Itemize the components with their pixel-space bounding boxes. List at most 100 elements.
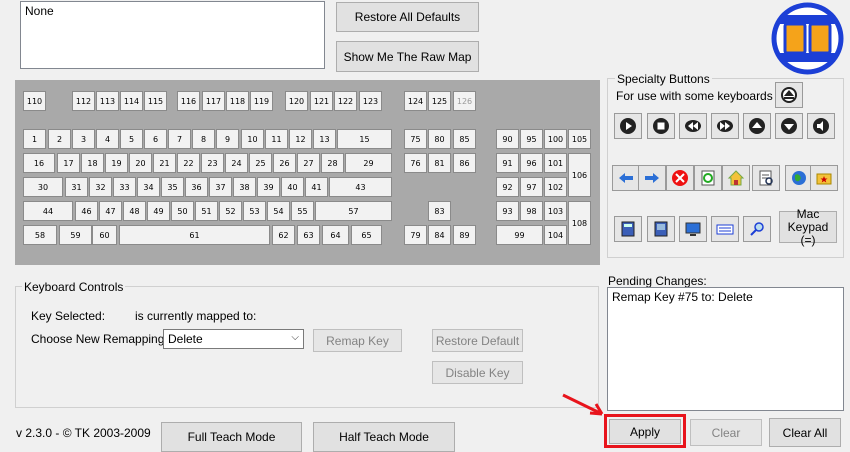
key-100[interactable]: 100 (544, 129, 567, 149)
key-49[interactable]: 49 (147, 201, 170, 221)
key-64[interactable]: 64 (322, 225, 349, 245)
key-9[interactable]: 9 (216, 129, 239, 149)
key-108[interactable]: 108 (568, 201, 591, 245)
key-13[interactable]: 13 (313, 129, 336, 149)
key-117[interactable]: 117 (202, 91, 225, 111)
key-23[interactable]: 23 (201, 153, 224, 173)
key-106[interactable]: 106 (568, 153, 591, 197)
half-teach-mode-button[interactable]: Half Teach Mode (313, 422, 455, 452)
show-raw-map-button[interactable]: Show Me The Raw Map (336, 41, 479, 72)
key-52[interactable]: 52 (219, 201, 242, 221)
key-83[interactable]: 83 (428, 201, 451, 221)
key-110[interactable]: 110 (23, 91, 46, 111)
eject-button[interactable] (775, 82, 803, 108)
selected-key-list[interactable]: None (20, 1, 325, 69)
key-20[interactable]: 20 (129, 153, 152, 173)
volume-down-button[interactable] (775, 113, 803, 139)
key-35[interactable]: 35 (161, 177, 184, 197)
key-65[interactable]: 65 (351, 225, 382, 245)
key-54[interactable]: 54 (267, 201, 290, 221)
key-63[interactable]: 63 (297, 225, 320, 245)
key-1[interactable]: 1 (23, 129, 46, 149)
rewind-button[interactable] (679, 113, 707, 139)
key-91[interactable]: 91 (496, 153, 519, 173)
search-page-button[interactable] (752, 165, 780, 191)
key-119[interactable]: 119 (250, 91, 273, 111)
key-90[interactable]: 90 (496, 129, 519, 149)
key-53[interactable]: 53 (243, 201, 266, 221)
key-89[interactable]: 89 (453, 225, 476, 245)
key-46[interactable]: 46 (75, 201, 98, 221)
key-123[interactable]: 123 (359, 91, 382, 111)
key-25[interactable]: 25 (249, 153, 272, 173)
home-button[interactable] (722, 165, 750, 191)
key-95[interactable]: 95 (520, 129, 543, 149)
keyboard-button[interactable] (711, 216, 739, 242)
key-92[interactable]: 92 (496, 177, 519, 197)
key-86[interactable]: 86 (453, 153, 476, 173)
pending-changes-list[interactable]: Remap Key #75 to: Delete (607, 287, 844, 411)
key-122[interactable]: 122 (334, 91, 357, 111)
restore-default-button[interactable]: Restore Default (432, 329, 523, 352)
key-118[interactable]: 118 (226, 91, 249, 111)
key-62[interactable]: 62 (272, 225, 295, 245)
key-96[interactable]: 96 (520, 153, 543, 173)
key-114[interactable]: 114 (120, 91, 143, 111)
key-51[interactable]: 51 (195, 201, 218, 221)
key-5[interactable]: 5 (120, 129, 143, 149)
key-58[interactable]: 58 (23, 225, 57, 245)
key-48[interactable]: 48 (123, 201, 146, 221)
disable-key-button[interactable]: Disable Key (432, 361, 523, 384)
key-16[interactable]: 16 (23, 153, 55, 173)
key-101[interactable]: 101 (544, 153, 567, 173)
key-29[interactable]: 29 (345, 153, 392, 173)
key-99[interactable]: 99 (496, 225, 543, 245)
key-33[interactable]: 33 (113, 177, 136, 197)
key-32[interactable]: 32 (89, 177, 112, 197)
play-button[interactable] (614, 113, 642, 139)
monitor-button[interactable] (679, 216, 707, 242)
refresh-button[interactable] (694, 165, 722, 191)
key-57[interactable]: 57 (315, 201, 392, 221)
key-37[interactable]: 37 (209, 177, 232, 197)
key-85[interactable]: 85 (453, 129, 476, 149)
key-125[interactable]: 125 (428, 91, 451, 111)
key-3[interactable]: 3 (72, 129, 95, 149)
key-76[interactable]: 76 (404, 153, 427, 173)
key-27[interactable]: 27 (297, 153, 320, 173)
key-112[interactable]: 112 (72, 91, 95, 111)
key-97[interactable]: 97 (520, 177, 543, 197)
key-126[interactable]: 126 (453, 91, 476, 111)
my-computer-button[interactable] (647, 216, 675, 242)
key-34[interactable]: 34 (137, 177, 160, 197)
key-31[interactable]: 31 (65, 177, 88, 197)
key-19[interactable]: 19 (105, 153, 128, 173)
volume-up-button[interactable] (743, 113, 771, 139)
key-2[interactable]: 2 (48, 129, 71, 149)
key-81[interactable]: 81 (428, 153, 451, 173)
key-41[interactable]: 41 (305, 177, 328, 197)
key-8[interactable]: 8 (192, 129, 215, 149)
key-40[interactable]: 40 (281, 177, 304, 197)
key-28[interactable]: 28 (321, 153, 344, 173)
key-50[interactable]: 50 (171, 201, 194, 221)
key-10[interactable]: 10 (241, 129, 264, 149)
list-item[interactable]: Remap Key #75 to: Delete (612, 290, 839, 304)
key-75[interactable]: 75 (404, 129, 427, 149)
key-17[interactable]: 17 (57, 153, 80, 173)
mac-keypad-button[interactable]: Mac Keypad (=) (779, 207, 837, 246)
key-44[interactable]: 44 (23, 201, 73, 221)
key-115[interactable]: 115 (144, 91, 167, 111)
back-arrow-button[interactable] (612, 165, 640, 191)
full-teach-mode-button[interactable]: Full Teach Mode (161, 422, 302, 452)
key-103[interactable]: 103 (544, 201, 567, 221)
key-43[interactable]: 43 (329, 177, 392, 197)
remapping-select[interactable]: Delete ⌵ (163, 329, 304, 349)
key-6[interactable]: 6 (144, 129, 167, 149)
key-21[interactable]: 21 (153, 153, 176, 173)
key-15[interactable]: 15 (337, 129, 392, 149)
key-60[interactable]: 60 (92, 225, 117, 245)
key-113[interactable]: 113 (96, 91, 119, 111)
apply-button[interactable]: Apply (609, 419, 681, 444)
stop-button[interactable] (647, 113, 675, 139)
